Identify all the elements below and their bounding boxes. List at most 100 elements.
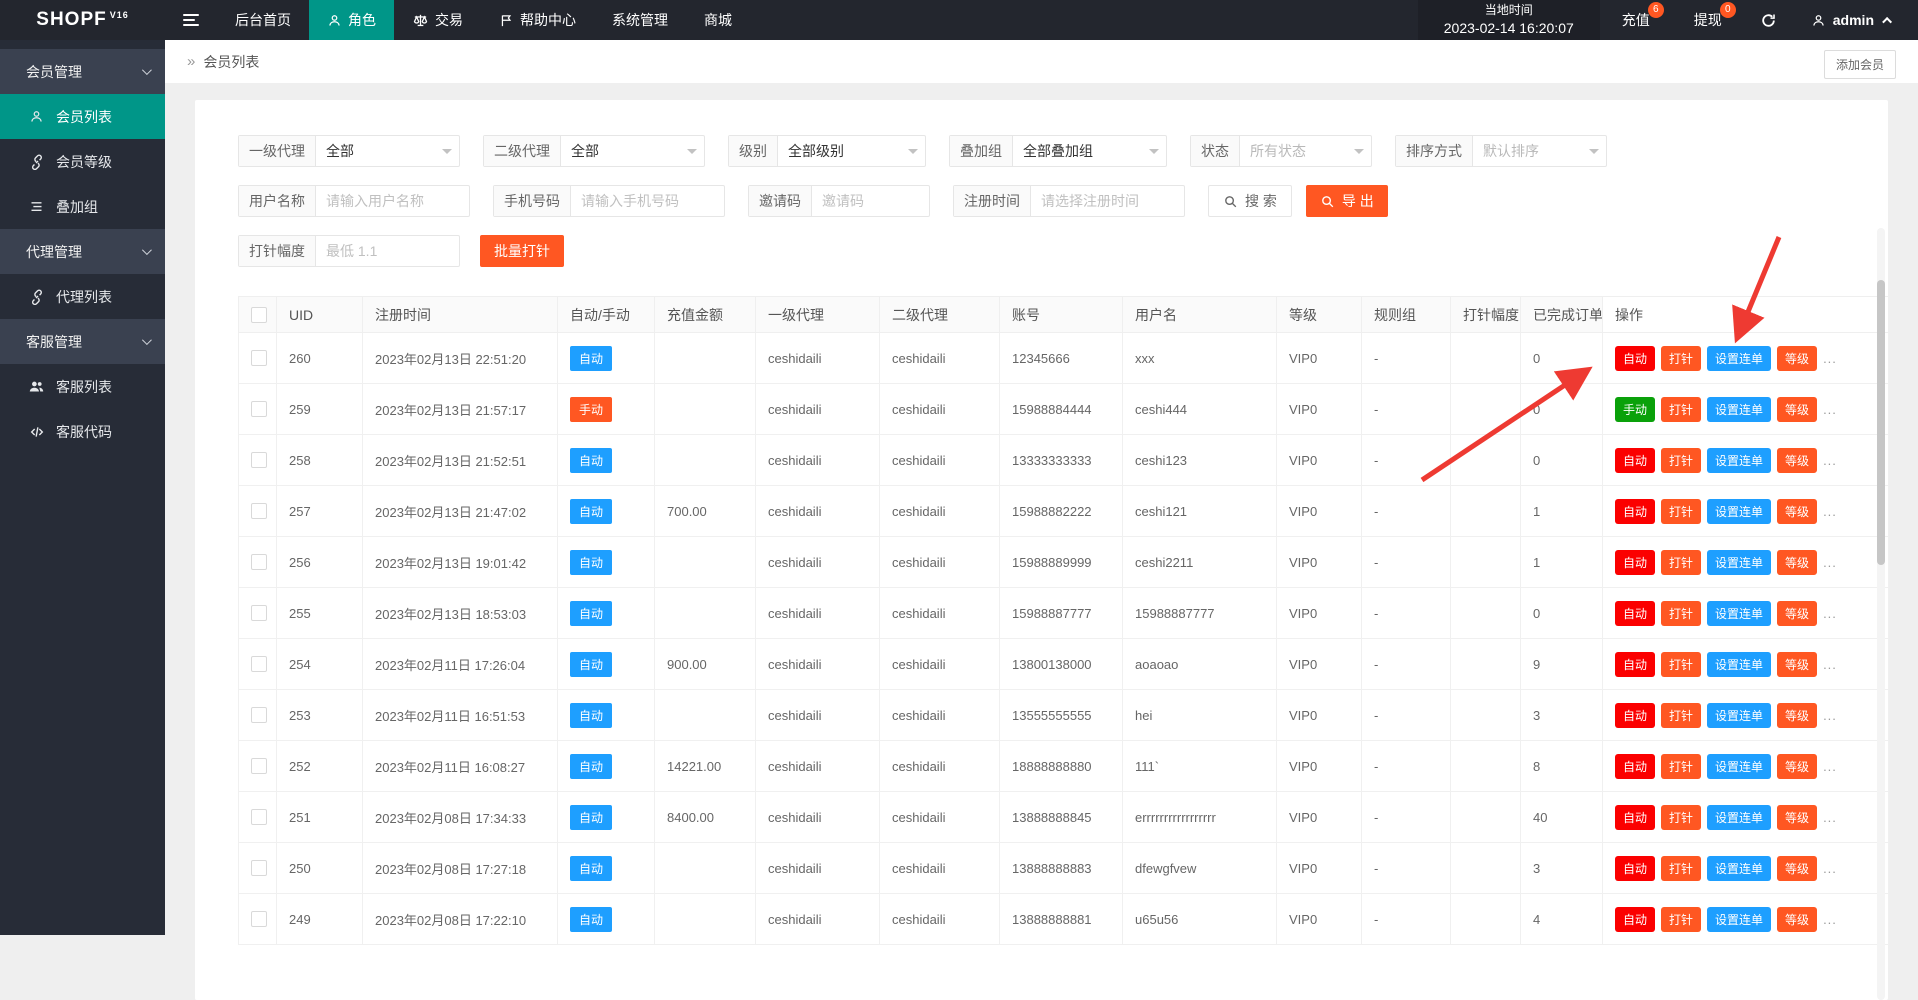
action-button-0[interactable]: 打针 bbox=[1661, 703, 1701, 728]
action-mode-button[interactable]: 自动 bbox=[1615, 754, 1655, 779]
mode-badge[interactable]: 自动 bbox=[570, 703, 612, 728]
action-button-2[interactable]: 等级 bbox=[1777, 448, 1817, 473]
action-button-2[interactable]: 等级 bbox=[1777, 754, 1817, 779]
more-actions-button[interactable]: ... bbox=[1823, 759, 1837, 774]
more-actions-button[interactable]: ... bbox=[1823, 351, 1837, 366]
action-mode-button[interactable]: 自动 bbox=[1615, 907, 1655, 932]
filter-select-4[interactable]: 状态所有状态 bbox=[1190, 135, 1372, 167]
refresh-button[interactable] bbox=[1744, 0, 1793, 40]
more-actions-button[interactable]: ... bbox=[1823, 912, 1837, 927]
withdraw-notice[interactable]: 提现 0 bbox=[1672, 0, 1744, 40]
batch-needle-button[interactable]: 批量打针 bbox=[480, 235, 564, 267]
nav-item-3[interactable]: 帮助中心 bbox=[481, 0, 594, 40]
mode-badge[interactable]: 自动 bbox=[570, 652, 612, 677]
action-mode-button[interactable]: 自动 bbox=[1615, 703, 1655, 728]
more-actions-button[interactable]: ... bbox=[1823, 504, 1837, 519]
action-button-1[interactable]: 设置连单 bbox=[1707, 601, 1771, 626]
search-button[interactable]: 搜 索 bbox=[1208, 185, 1292, 217]
action-button-0[interactable]: 打针 bbox=[1661, 856, 1701, 881]
action-button-0[interactable]: 打针 bbox=[1661, 805, 1701, 830]
sidebar-item-2-0[interactable]: 客服列表 bbox=[0, 364, 165, 409]
filter-select-2[interactable]: 级别全部级别 bbox=[728, 135, 926, 167]
action-button-0[interactable]: 打针 bbox=[1661, 346, 1701, 371]
filter-input-3[interactable] bbox=[1031, 186, 1184, 216]
more-actions-button[interactable]: ... bbox=[1823, 453, 1837, 468]
more-actions-button[interactable]: ... bbox=[1823, 861, 1837, 876]
action-button-1[interactable]: 设置连单 bbox=[1707, 397, 1771, 422]
action-button-1[interactable]: 设置连单 bbox=[1707, 703, 1771, 728]
row-checkbox[interactable] bbox=[251, 503, 267, 519]
mode-badge[interactable]: 自动 bbox=[570, 550, 612, 575]
action-mode-button[interactable]: 自动 bbox=[1615, 856, 1655, 881]
mode-badge[interactable]: 自动 bbox=[570, 448, 612, 473]
action-button-0[interactable]: 打针 bbox=[1661, 601, 1701, 626]
mode-badge[interactable]: 自动 bbox=[570, 805, 612, 830]
mode-badge[interactable]: 自动 bbox=[570, 346, 612, 371]
row-checkbox[interactable] bbox=[251, 401, 267, 417]
mode-badge[interactable]: 自动 bbox=[570, 856, 612, 881]
more-actions-button[interactable]: ... bbox=[1823, 657, 1837, 672]
filter-input-2[interactable] bbox=[812, 186, 929, 216]
row-checkbox[interactable] bbox=[251, 350, 267, 366]
select-all-checkbox[interactable] bbox=[251, 307, 267, 323]
mode-badge[interactable]: 自动 bbox=[570, 601, 612, 626]
action-mode-button[interactable]: 自动 bbox=[1615, 652, 1655, 677]
action-button-1[interactable]: 设置连单 bbox=[1707, 499, 1771, 524]
action-button-1[interactable]: 设置连单 bbox=[1707, 346, 1771, 371]
action-mode-button[interactable]: 自动 bbox=[1615, 499, 1655, 524]
action-button-1[interactable]: 设置连单 bbox=[1707, 856, 1771, 881]
mode-badge[interactable]: 自动 bbox=[570, 907, 612, 932]
action-button-1[interactable]: 设置连单 bbox=[1707, 652, 1771, 677]
filter-select-1[interactable]: 二级代理全部 bbox=[483, 135, 705, 167]
row-checkbox[interactable] bbox=[251, 911, 267, 927]
scrollbar-thumb[interactable] bbox=[1877, 280, 1885, 565]
action-button-0[interactable]: 打针 bbox=[1661, 652, 1701, 677]
export-button[interactable]: 导 出 bbox=[1306, 185, 1388, 217]
sidebar-item-1-0[interactable]: 代理列表 bbox=[0, 274, 165, 319]
nav-item-4[interactable]: 系统管理 bbox=[594, 0, 686, 40]
row-checkbox[interactable] bbox=[251, 860, 267, 876]
more-actions-button[interactable]: ... bbox=[1823, 606, 1837, 621]
action-button-1[interactable]: 设置连单 bbox=[1707, 550, 1771, 575]
row-checkbox[interactable] bbox=[251, 758, 267, 774]
more-actions-button[interactable]: ... bbox=[1823, 555, 1837, 570]
filter-select-0[interactable]: 一级代理全部 bbox=[238, 135, 460, 167]
nav-item-5[interactable]: 商城 bbox=[686, 0, 750, 40]
mode-badge[interactable]: 手动 bbox=[570, 397, 612, 422]
action-button-1[interactable]: 设置连单 bbox=[1707, 448, 1771, 473]
row-checkbox[interactable] bbox=[251, 554, 267, 570]
sidebar-section-0[interactable]: 会员管理 bbox=[0, 49, 165, 94]
more-actions-button[interactable]: ... bbox=[1823, 402, 1837, 417]
action-button-2[interactable]: 等级 bbox=[1777, 601, 1817, 626]
action-button-0[interactable]: 打针 bbox=[1661, 397, 1701, 422]
action-button-2[interactable]: 等级 bbox=[1777, 856, 1817, 881]
action-mode-button[interactable]: 自动 bbox=[1615, 601, 1655, 626]
action-button-2[interactable]: 等级 bbox=[1777, 703, 1817, 728]
row-checkbox[interactable] bbox=[251, 707, 267, 723]
more-actions-button[interactable]: ... bbox=[1823, 708, 1837, 723]
recharge-notice[interactable]: 充值 6 bbox=[1600, 0, 1672, 40]
action-button-2[interactable]: 等级 bbox=[1777, 499, 1817, 524]
action-button-0[interactable]: 打针 bbox=[1661, 907, 1701, 932]
action-button-0[interactable]: 打针 bbox=[1661, 550, 1701, 575]
row-checkbox[interactable] bbox=[251, 452, 267, 468]
nav-item-2[interactable]: 交易 bbox=[394, 0, 481, 40]
action-button-2[interactable]: 等级 bbox=[1777, 805, 1817, 830]
action-button-0[interactable]: 打针 bbox=[1661, 448, 1701, 473]
user-menu[interactable]: admin bbox=[1793, 0, 1918, 40]
action-button-0[interactable]: 打针 bbox=[1661, 499, 1701, 524]
row-checkbox[interactable] bbox=[251, 605, 267, 621]
add-member-button[interactable]: 添加会员 bbox=[1824, 50, 1896, 79]
filter-select-3[interactable]: 叠加组全部叠加组 bbox=[949, 135, 1167, 167]
action-button-2[interactable]: 等级 bbox=[1777, 550, 1817, 575]
sidebar-item-0-2[interactable]: 叠加组 bbox=[0, 184, 165, 229]
sidebar-item-2-1[interactable]: 客服代码 bbox=[0, 409, 165, 454]
action-mode-button[interactable]: 自动 bbox=[1615, 346, 1655, 371]
more-actions-button[interactable]: ... bbox=[1823, 810, 1837, 825]
action-button-1[interactable]: 设置连单 bbox=[1707, 754, 1771, 779]
needle-range-input[interactable] bbox=[316, 236, 459, 266]
nav-item-1[interactable]: 角色 bbox=[309, 0, 394, 40]
filter-input-0[interactable] bbox=[316, 186, 469, 216]
filter-select-5[interactable]: 排序方式默认排序 bbox=[1395, 135, 1607, 167]
menu-toggle-icon[interactable] bbox=[165, 0, 217, 40]
